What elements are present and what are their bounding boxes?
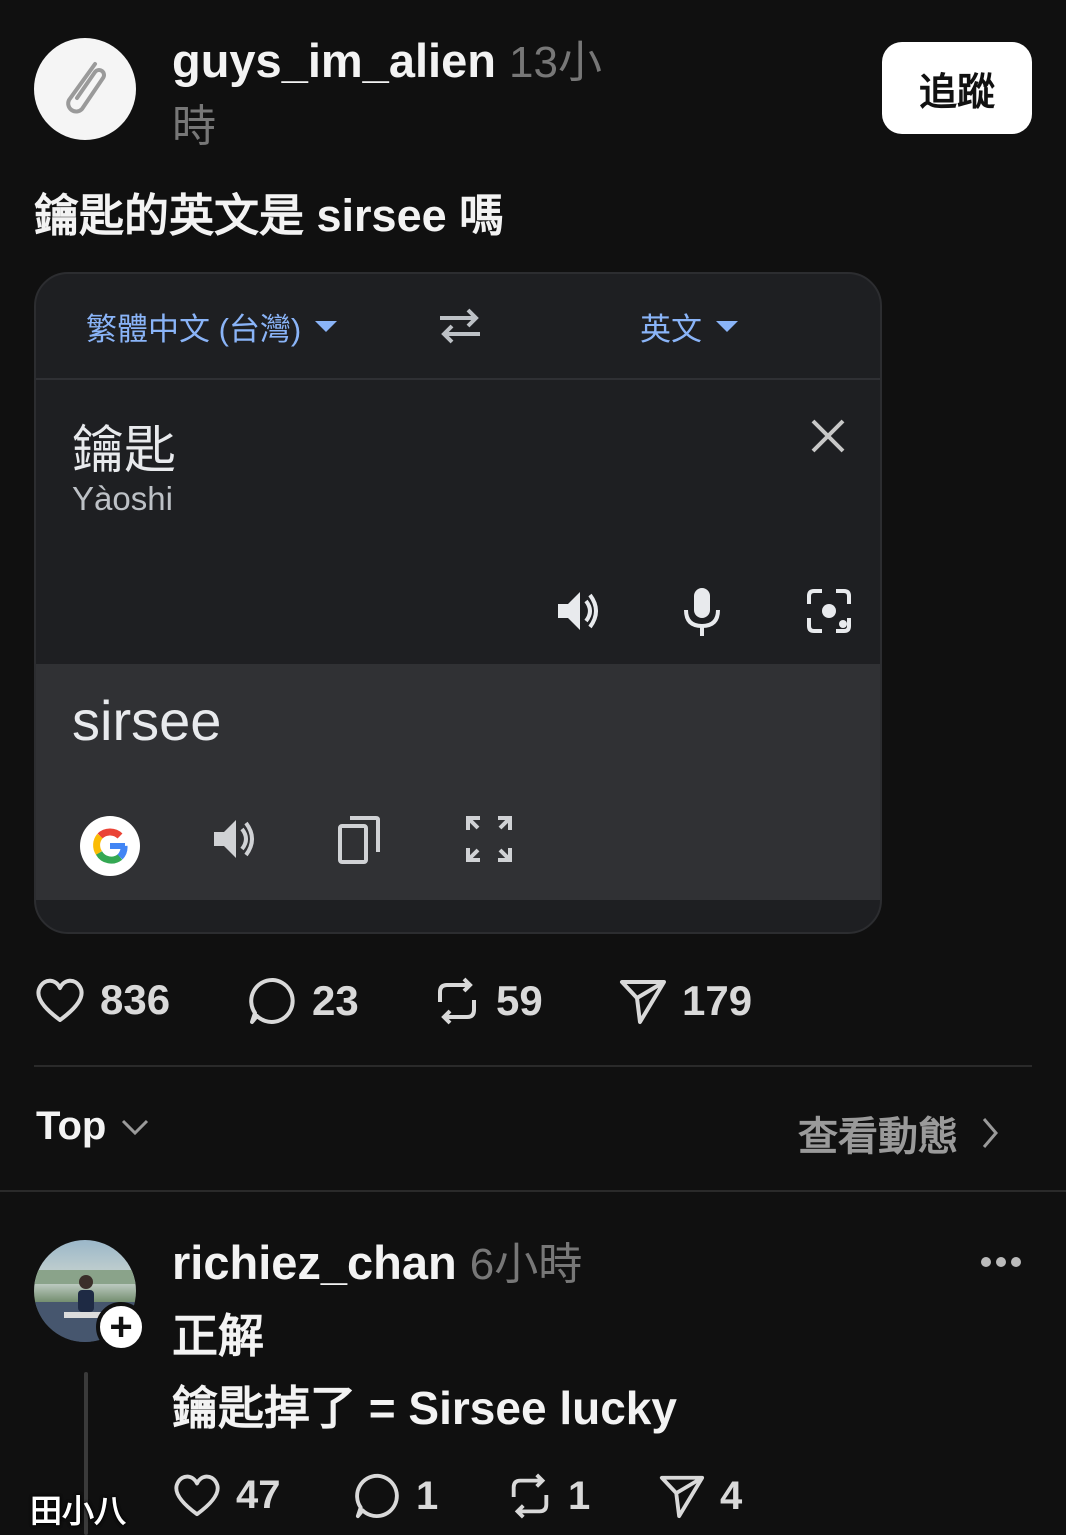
reply-text-line-2: 鑰匙掉了 = Sirsee lucky — [172, 1382, 677, 1434]
comment-button[interactable]: 23 — [248, 976, 359, 1026]
section-divider — [0, 1190, 1066, 1192]
comment-icon — [355, 1473, 399, 1519]
reply-like-button[interactable]: 47 — [172, 1472, 281, 1518]
follow-button[interactable]: 追蹤 — [882, 42, 1032, 134]
more-options-icon[interactable] — [980, 1256, 1022, 1268]
post-header: guys_im_alien 13小 時 — [172, 30, 652, 158]
reply-comment-button[interactable]: 1 — [354, 1472, 438, 1520]
reply-text-line-1: 正解 — [172, 1310, 264, 1362]
heart-icon — [36, 978, 84, 1022]
google-g-icon — [93, 828, 128, 864]
repost-icon — [511, 1473, 549, 1519]
like-count: 836 — [100, 976, 171, 1023]
repost-count: 59 — [496, 977, 543, 1024]
fullscreen-icon[interactable] — [464, 814, 514, 864]
heart-icon — [174, 1474, 220, 1517]
google-logo-icon[interactable] — [80, 816, 140, 876]
speaker-icon[interactable] — [552, 586, 602, 636]
camera-icon[interactable] — [804, 586, 854, 636]
source-text: 鑰匙 — [72, 422, 177, 480]
share-button[interactable]: 179 — [618, 976, 752, 1026]
target-language-label: 英文 — [640, 312, 702, 347]
target-language-select[interactable]: 英文 — [640, 304, 738, 349]
send-icon — [659, 1475, 705, 1519]
chevron-down-icon — [122, 1119, 149, 1135]
username[interactable]: guys_im_alien — [172, 34, 496, 87]
reply-repost-count: 1 — [568, 1473, 591, 1518]
sort-dropdown[interactable]: Top — [36, 1104, 150, 1149]
dropdown-arrow-icon — [716, 321, 738, 332]
microphone-icon[interactable] — [680, 586, 724, 638]
post-time-continued: 時 — [172, 102, 216, 151]
source-language-select[interactable]: 繁體中文 (台灣) — [86, 304, 338, 349]
like-button[interactable]: 836 — [34, 976, 170, 1024]
comment-count: 23 — [312, 977, 359, 1024]
chevron-right-icon — [982, 1118, 998, 1148]
reply-comment-count: 1 — [416, 1473, 439, 1518]
follow-plus-badge[interactable]: + — [96, 1302, 146, 1352]
watermark: 田小八 — [30, 1493, 127, 1529]
plus-icon: + — [109, 1305, 133, 1349]
reply-share-button[interactable]: 4 — [658, 1472, 742, 1520]
share-count: 179 — [682, 977, 753, 1024]
reply-time: 6小時 — [469, 1240, 583, 1289]
translation-result: sirsee — [72, 689, 222, 752]
comment-icon — [249, 977, 295, 1024]
reply-header: richiez_chan 6小時 — [172, 1232, 582, 1296]
sort-label: Top — [36, 1104, 107, 1148]
translate-image[interactable]: 繁體中文 (台灣) 英文 鑰匙 Yàoshi sirsee — [34, 272, 882, 934]
source-language-label: 繁體中文 (台灣) — [86, 312, 302, 347]
reply-share-count: 4 — [720, 1473, 743, 1518]
repost-icon — [438, 977, 476, 1025]
copy-icon[interactable] — [336, 814, 382, 866]
repost-button[interactable]: 59 — [432, 976, 543, 1026]
reply-repost-button[interactable]: 1 — [506, 1472, 590, 1520]
reply-username[interactable]: richiez_chan — [172, 1236, 457, 1289]
paperclip-icon — [66, 62, 106, 114]
post-time: 13小 — [509, 38, 602, 87]
romanization: Yàoshi — [72, 480, 173, 517]
view-activity-link[interactable]: 查看動態 — [798, 1104, 1000, 1162]
activity-label: 查看動態 — [798, 1115, 958, 1159]
speaker-icon[interactable] — [208, 814, 258, 864]
reply-like-count: 47 — [236, 1472, 281, 1517]
avatar[interactable] — [34, 38, 136, 140]
dropdown-arrow-icon — [315, 321, 338, 332]
divider — [34, 1065, 1032, 1067]
post-text: 鑰匙的英文是 sirsee 嗎 — [34, 190, 505, 241]
send-icon — [620, 980, 666, 1024]
swap-icon[interactable] — [436, 304, 484, 348]
close-icon[interactable] — [808, 416, 848, 456]
